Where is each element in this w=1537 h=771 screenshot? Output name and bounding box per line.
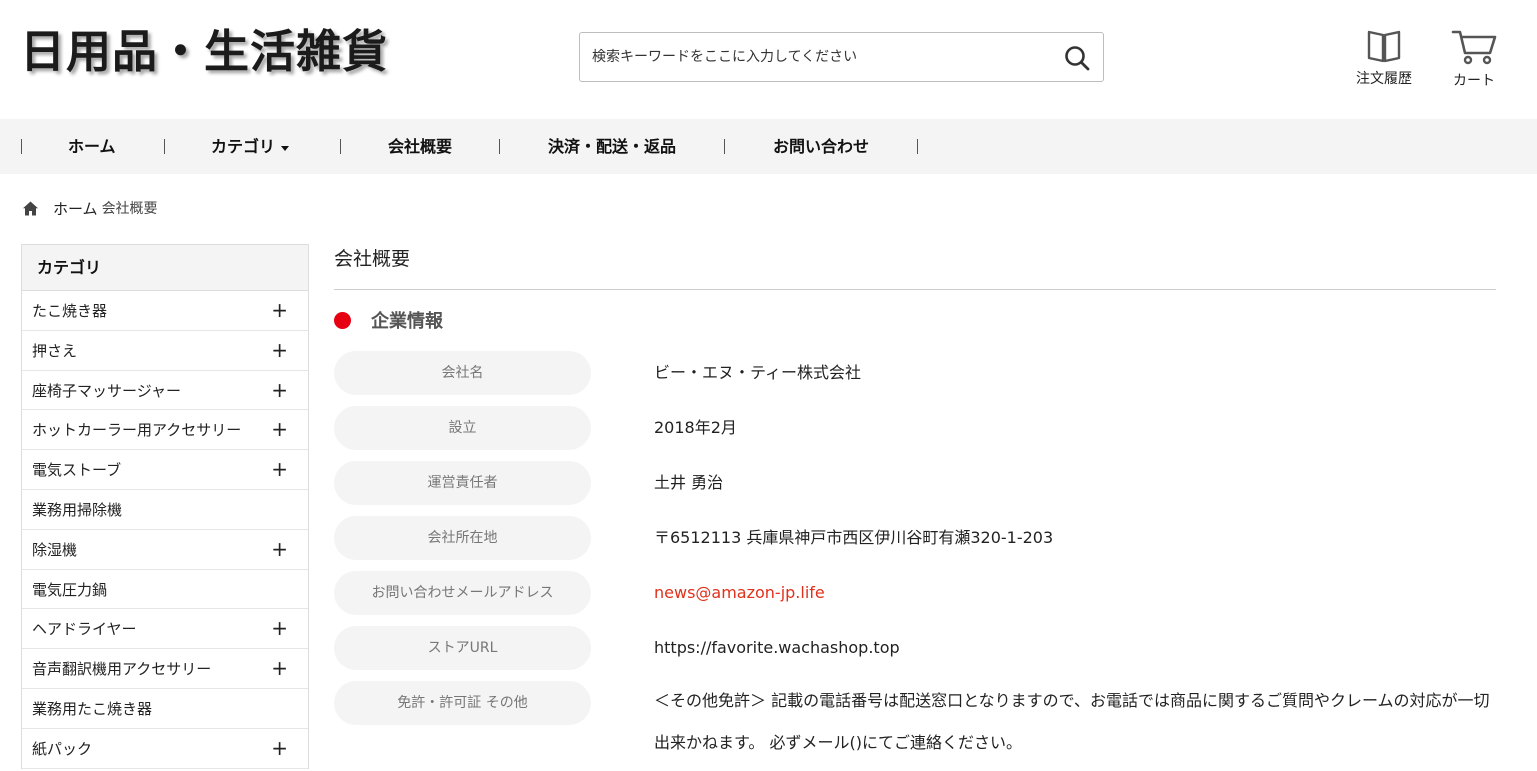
search-input[interactable] (580, 33, 1050, 81)
main-content: 会社概要 企業情報 会社名 ビー・エヌ・ティー株式会社 設立 2018年2月 運… (334, 244, 1496, 752)
info-value: 〒6512113 兵庫県神戸市西区伊川谷町有瀬320-1-203 (654, 528, 1054, 547)
category-label: 座椅子マッサージャー (32, 381, 181, 400)
info-label: 免許・許可証 その他 (334, 681, 591, 725)
sidebar-category-item[interactable]: 業務用たこ焼き器 (22, 689, 308, 729)
nav-divider (499, 139, 500, 154)
category-label: ヘアドライヤー (32, 620, 137, 639)
sidebar-title: カテゴリ (22, 245, 308, 291)
nav-home[interactable]: ホーム (68, 119, 116, 174)
expand-plus-icon[interactable]: + (271, 530, 288, 568)
expand-plus-icon[interactable]: + (271, 450, 288, 488)
category-label: ホットカーラー用アクセサリー (32, 421, 242, 440)
info-value: ＜その他免許＞ 記載の電話番号は配送窓口となりますので、お電話では商品に関するご… (654, 691, 1490, 752)
sidebar-category-item[interactable]: 紙パック + (22, 729, 308, 769)
expand-plus-icon[interactable]: + (271, 371, 288, 409)
email-link[interactable]: news@amazon-jp.life (654, 571, 825, 615)
nav-divider (164, 139, 165, 154)
search-box (579, 32, 1104, 82)
home-icon[interactable] (22, 200, 39, 217)
category-label: 業務用掃除機 (32, 500, 123, 519)
category-label: 音声翻訳機用アクセサリー (32, 660, 212, 679)
expand-plus-icon[interactable]: + (271, 410, 288, 448)
info-value: 2018年2月 (654, 418, 737, 437)
nav-payment-shipping[interactable]: 決済・配送・返品 (548, 119, 676, 174)
info-label: 会社所在地 (334, 516, 591, 560)
expand-plus-icon[interactable]: + (271, 729, 288, 767)
book-icon (1364, 30, 1404, 68)
category-label: 除湿機 (32, 540, 78, 559)
nav-divider (21, 139, 22, 154)
info-value: 土井 勇治 (654, 473, 724, 492)
sidebar-category-item[interactable]: ヘアドライヤー + (22, 609, 308, 650)
global-nav: ホーム カテゴリ 会社概要 決済・配送・返品 お問い合わせ (0, 119, 1537, 174)
nav-category[interactable]: カテゴリ (211, 119, 290, 174)
category-label: 押さえ (32, 341, 78, 360)
category-label: たこ焼き器 (32, 302, 108, 320)
cart-icon (1450, 30, 1498, 70)
category-label: 電気ストーブ (32, 461, 122, 480)
info-label: お問い合わせメールアドレス (334, 571, 591, 615)
category-label: 紙パック (32, 739, 93, 758)
sidebar-category-item[interactable]: ホットカーラー用アクセサリー + (22, 410, 308, 451)
info-value: ビー・エヌ・ティー株式会社 (654, 363, 862, 382)
sidebar-category-item[interactable]: 電気圧力鍋 (22, 570, 308, 610)
expand-plus-icon[interactable]: + (271, 609, 288, 647)
expand-plus-icon[interactable]: + (271, 331, 288, 369)
info-label: 運営責任者 (334, 461, 591, 505)
order-history-label: 注文履歴 (1356, 71, 1412, 87)
caret-down-icon (281, 146, 290, 151)
nav-divider (724, 139, 725, 154)
sidebar-category-item[interactable]: 座椅子マッサージャー + (22, 371, 308, 411)
search-icon[interactable] (1063, 44, 1091, 72)
section-title: 企業情報 (371, 311, 443, 332)
info-value: https://favorite.wachashop.top (654, 638, 900, 657)
sidebar-category-item[interactable]: 除湿機 + (22, 530, 308, 570)
info-label: ストアURL (334, 626, 591, 670)
category-sidebar: カテゴリ たこ焼き器 + 押さえ + 座椅子マッサージャー + ホットカーラー用アクセ… (21, 244, 309, 769)
sidebar-category-item[interactable]: 電気ストーブ + (22, 450, 308, 490)
breadcrumb: ホーム 会社概要 (22, 196, 158, 220)
info-label: 会社名 (334, 351, 591, 395)
order-history-link[interactable]: 注文履歴 (1352, 28, 1416, 88)
sidebar-category-item[interactable]: 業務用掃除機 (22, 490, 308, 530)
cart-label: カート (1453, 73, 1495, 89)
info-label: 設立 (334, 406, 591, 450)
nav-contact[interactable]: お問い合わせ (773, 119, 869, 174)
nav-divider (917, 139, 918, 154)
red-dot-icon (334, 311, 351, 329)
expand-plus-icon[interactable]: + (271, 291, 288, 329)
expand-plus-icon[interactable]: + (271, 649, 288, 687)
category-label: 電気圧力鍋 (32, 580, 108, 599)
page-title: 会社概要 (334, 244, 1496, 290)
sidebar-category-item[interactable]: 音声翻訳機用アクセサリー + (22, 649, 308, 689)
site-header: 日用品・生活雑貨 注文履歴 カート (0, 0, 1537, 119)
category-label: 業務用たこ焼き器 (32, 699, 153, 718)
cart-link[interactable]: カート (1446, 28, 1502, 90)
nav-divider (340, 139, 341, 154)
nav-company[interactable]: 会社概要 (388, 119, 452, 174)
breadcrumb-home[interactable]: ホーム (53, 198, 98, 219)
sidebar-category-item[interactable]: 押さえ + (22, 331, 308, 371)
section-heading: 企業情報 (334, 307, 443, 333)
site-logo[interactable]: 日用品・生活雑貨 (20, 22, 388, 82)
breadcrumb-current: 会社概要 (101, 201, 158, 217)
sidebar-category-item[interactable]: たこ焼き器 + (22, 291, 308, 331)
nav-category-label: カテゴリ (211, 137, 276, 156)
